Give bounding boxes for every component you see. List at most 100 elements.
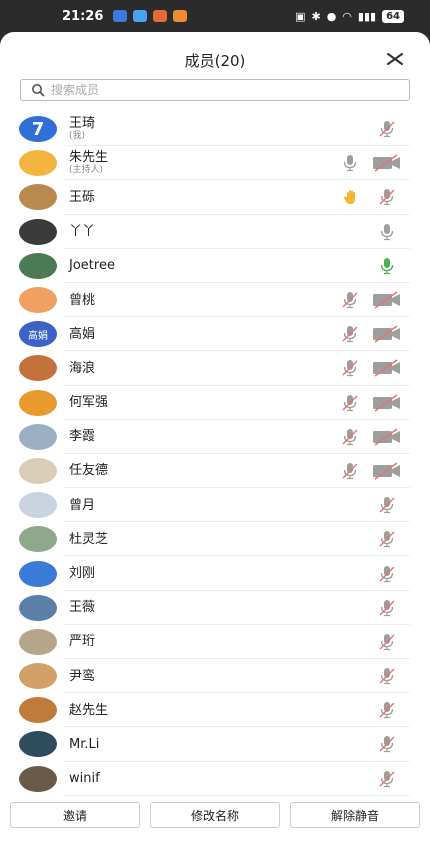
- member-name-block: 海浪: [69, 361, 95, 376]
- camera-off-icon[interactable]: [372, 462, 402, 480]
- member-row[interactable]: 何军强: [0, 386, 430, 420]
- member-name: 朱先生: [69, 150, 109, 166]
- member-status-icons: [230, 591, 430, 625]
- mic-muted-icon[interactable]: [377, 188, 397, 206]
- mic-muted-icon[interactable]: [340, 291, 360, 309]
- camera-off-icon[interactable]: [372, 154, 402, 172]
- member-name: 刘刚: [69, 566, 96, 582]
- unmute-all-button[interactable]: 解除静音: [290, 802, 420, 828]
- mic-muted-icon[interactable]: [340, 359, 360, 377]
- mic-muted-icon[interactable]: [340, 462, 360, 480]
- mic-muted-icon[interactable]: [377, 120, 397, 138]
- member-status-icons: [230, 351, 430, 385]
- member-name: 严珩: [69, 634, 96, 650]
- member-name: 尹鸾: [69, 668, 96, 684]
- avatar: [19, 457, 57, 484]
- camera-off-icon[interactable]: [372, 291, 402, 309]
- member-row[interactable]: 杜灵芝: [0, 522, 430, 557]
- member-row[interactable]: 严珩: [0, 625, 430, 660]
- camera-off-icon[interactable]: [372, 325, 402, 343]
- mic-icon[interactable]: [340, 154, 360, 172]
- app-notification-icon: [173, 10, 188, 22]
- member-row[interactable]: 朱先生 (主持人): [0, 146, 430, 181]
- member-row[interactable]: 曾月: [0, 488, 430, 523]
- mic-muted-icon[interactable]: [377, 701, 397, 719]
- member-name-block: 曾月: [69, 498, 95, 513]
- member-row[interactable]: 丫丫: [0, 215, 430, 249]
- member-name: 杜灵芝: [69, 531, 109, 547]
- member-name: 曾桃: [69, 292, 96, 308]
- avatar-text: 高娟: [28, 330, 48, 342]
- member-name-block: 曾桃: [69, 293, 95, 308]
- member-row[interactable]: 赵先生: [0, 693, 430, 728]
- member-status-icons: [230, 693, 430, 727]
- members-panel: 成员(20) 7 王琦(我) 朱先生(主持人) 王砾丫丫 Joetree 曾桃高娟 高娟海浪…: [0, 32, 430, 858]
- mic-muted-icon[interactable]: [377, 735, 397, 753]
- raise-hand-icon[interactable]: [342, 188, 360, 206]
- close-icon[interactable]: [384, 48, 406, 70]
- wifi-icon: ◠: [342, 9, 352, 23]
- member-role: (主持人): [69, 165, 104, 176]
- panel-title: 成员(20): [184, 52, 246, 70]
- avatar: [19, 150, 57, 177]
- mic-muted-icon[interactable]: [340, 428, 360, 446]
- member-name-block: Mr.Li: [69, 737, 99, 752]
- member-row[interactable]: 曾桃: [0, 283, 430, 318]
- member-name-block: 刘刚: [69, 566, 95, 581]
- mic-muted-icon[interactable]: [340, 394, 360, 412]
- member-name-block: 王琦 (我): [69, 116, 95, 142]
- mic-muted-icon[interactable]: [340, 325, 360, 343]
- avatar: [19, 252, 57, 279]
- member-name: 王砾: [69, 189, 96, 205]
- mic-muted-icon[interactable]: [377, 599, 397, 617]
- member-row[interactable]: 李霞: [0, 420, 430, 455]
- avatar: [19, 560, 57, 587]
- avatar: [19, 389, 57, 416]
- avatar-text: 7: [31, 118, 45, 140]
- search-box[interactable]: [20, 79, 410, 101]
- camera-off-icon[interactable]: [372, 359, 402, 378]
- rename-button[interactable]: 修改名称: [150, 802, 280, 828]
- avatar: [19, 287, 57, 314]
- member-row[interactable]: Joetree: [0, 249, 430, 284]
- mic-active-icon[interactable]: [377, 257, 397, 275]
- invite-button[interactable]: 邀请: [10, 802, 140, 828]
- mic-muted-icon[interactable]: [377, 633, 397, 651]
- member-status-icons: [230, 420, 430, 454]
- member-name: 王薇: [69, 600, 96, 616]
- mic-icon[interactable]: [377, 223, 397, 241]
- member-status-icons: [230, 317, 430, 351]
- member-row[interactable]: Mr.Li: [0, 727, 430, 762]
- member-name: 何军强: [69, 395, 109, 411]
- member-name-block: 严珩: [69, 634, 95, 649]
- member-row[interactable]: 刘刚: [0, 556, 430, 591]
- avatar: [19, 355, 57, 382]
- mic-muted-icon[interactable]: [377, 530, 397, 548]
- member-name-block: 杜灵芝: [69, 532, 108, 547]
- mic-muted-icon[interactable]: [377, 770, 397, 788]
- member-row[interactable]: 7 王琦 (我): [0, 112, 430, 147]
- member-name-block: 李霞: [69, 429, 95, 444]
- member-row[interactable]: 王薇: [0, 591, 430, 626]
- member-status-icons: [230, 215, 430, 249]
- member-name-block: Joetree: [69, 258, 115, 273]
- member-row[interactable]: 任友德: [0, 454, 430, 489]
- member-row[interactable]: winif: [0, 762, 430, 796]
- member-row[interactable]: 王砾: [0, 180, 430, 215]
- member-row[interactable]: 海浪: [0, 351, 430, 386]
- member-name: winif: [69, 771, 100, 787]
- member-status-icons: [230, 488, 430, 522]
- camera-off-icon[interactable]: [372, 393, 402, 412]
- member-status-icons: [230, 625, 430, 659]
- member-name-block: 何军强: [69, 395, 108, 410]
- avatar: [19, 731, 57, 758]
- mic-muted-icon[interactable]: [377, 496, 397, 514]
- avatar: [19, 594, 57, 621]
- member-row[interactable]: 尹鸾: [0, 659, 430, 694]
- mic-muted-icon[interactable]: [377, 667, 397, 685]
- member-status-icons: [230, 146, 430, 180]
- member-row[interactable]: 高娟 高娟: [0, 317, 430, 352]
- mic-muted-icon[interactable]: [377, 565, 397, 583]
- camera-off-icon[interactable]: [372, 428, 402, 446]
- search-input[interactable]: [51, 83, 371, 97]
